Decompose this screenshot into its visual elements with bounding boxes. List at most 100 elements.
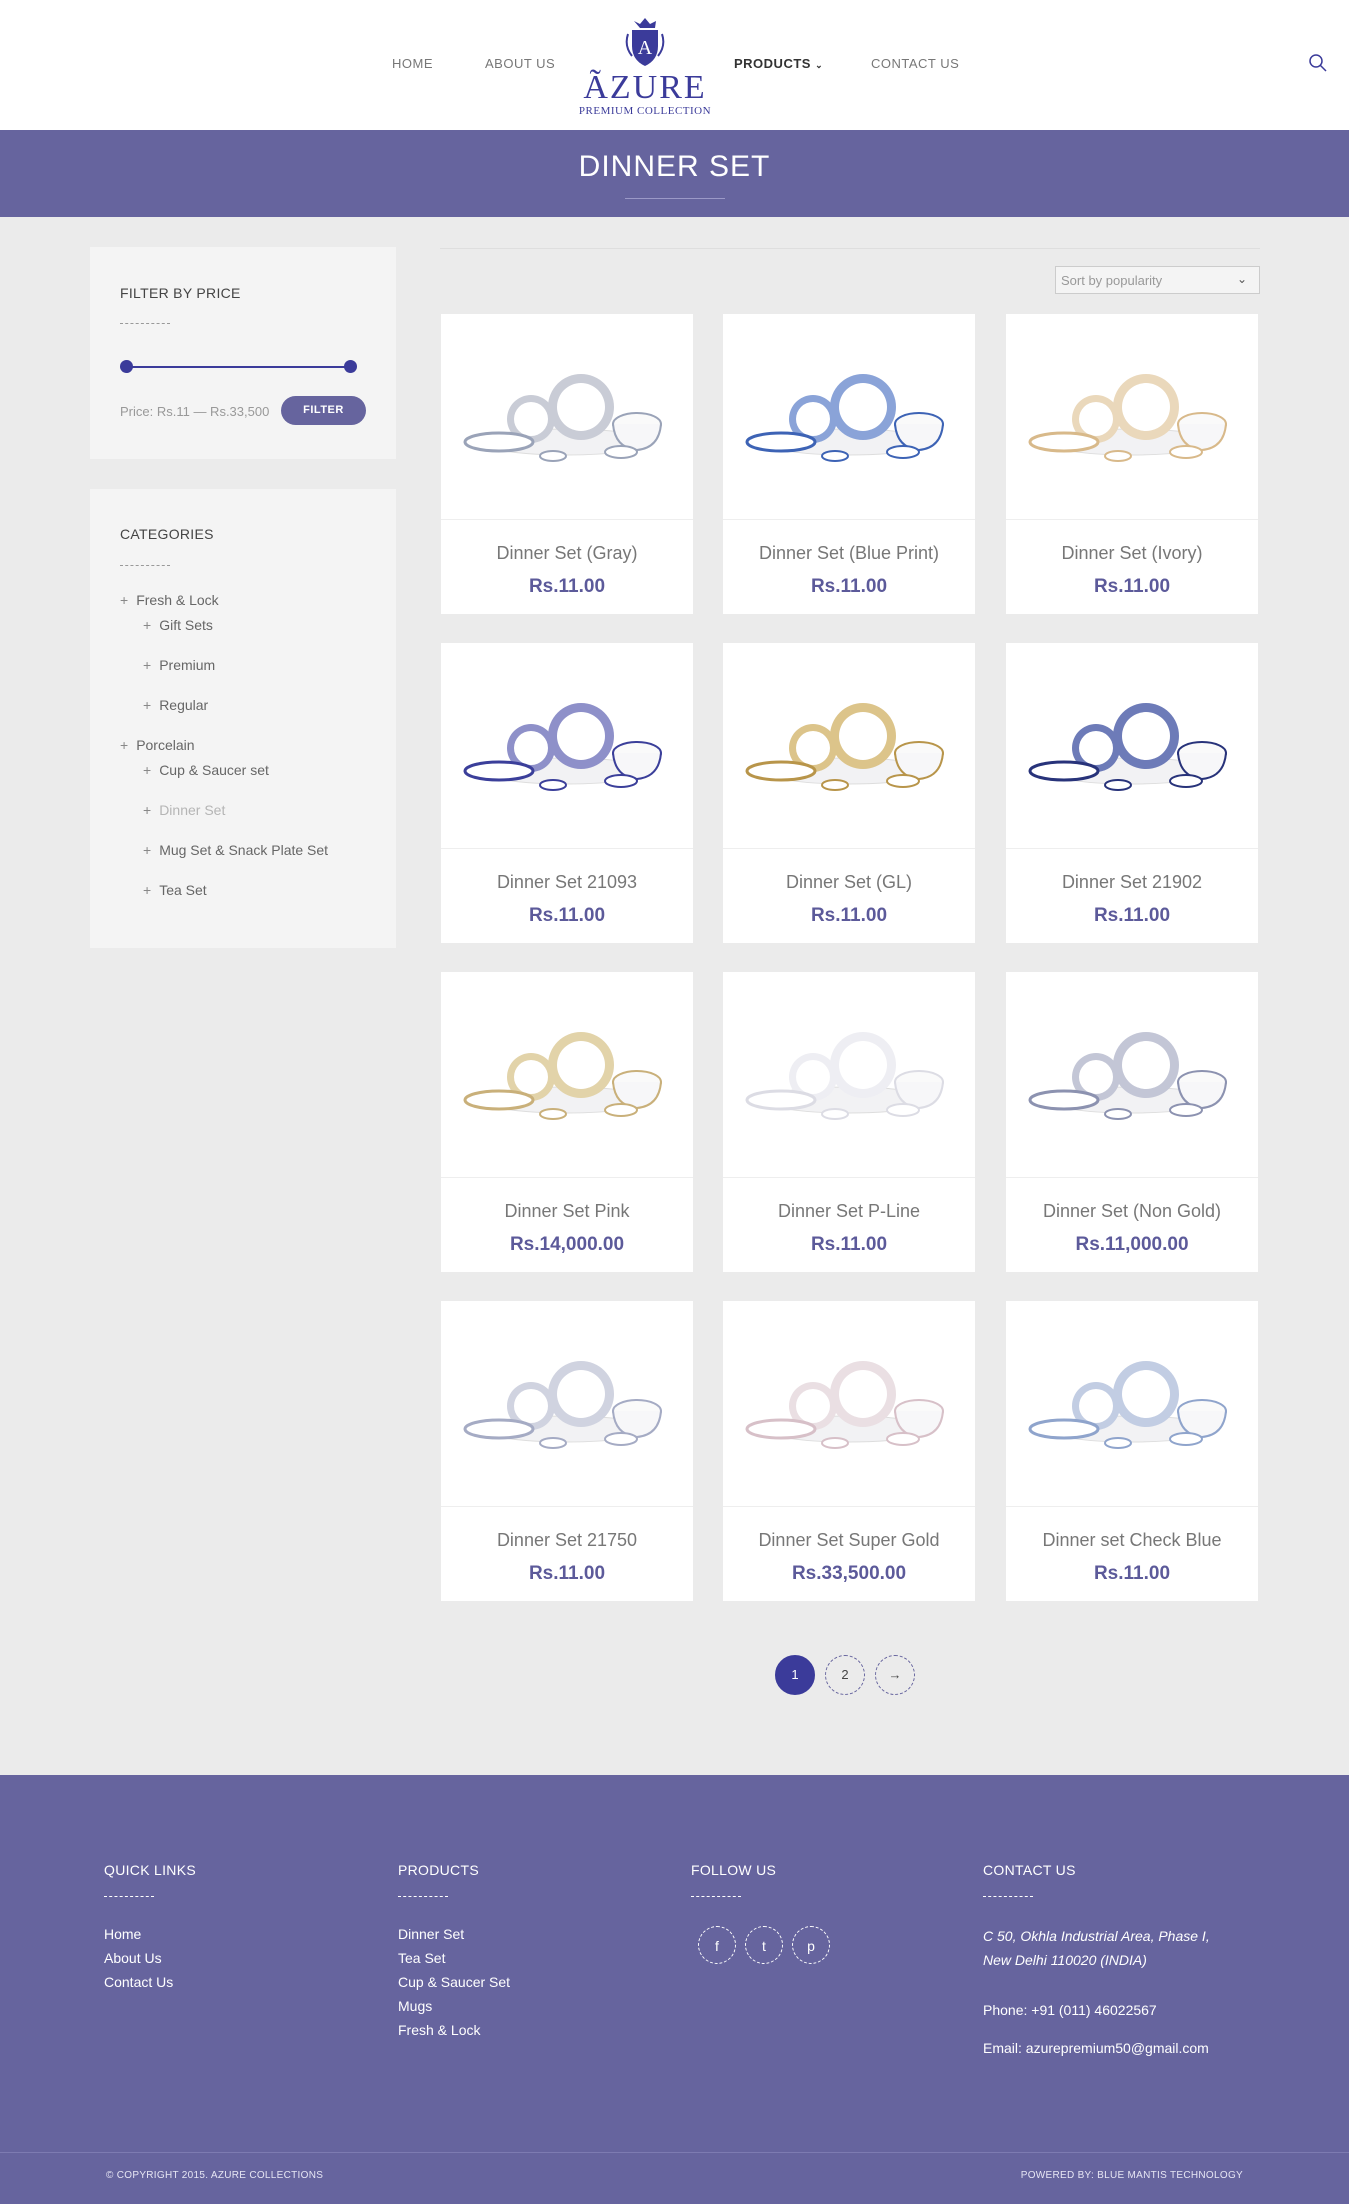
price-filter-title: FILTER BY PRICE: [120, 285, 241, 301]
product-image[interactable]: [723, 314, 975, 520]
footer-link-fresh-lock[interactable]: Fresh & Lock: [398, 2022, 480, 2038]
footer-divider: [398, 1896, 448, 1897]
category-tea-set[interactable]: + Tea Set: [143, 882, 207, 898]
page-1-button[interactable]: 1: [775, 1655, 815, 1695]
footer-quick-links-title: QUICK LINKS: [104, 1862, 196, 1878]
product-card[interactable]: Dinner Set (Gray) Rs.11.00: [441, 314, 693, 614]
product-name[interactable]: Dinner Set (Blue Print): [723, 543, 975, 564]
crest-icon: A: [625, 18, 665, 66]
product-name[interactable]: Dinner Set P-Line: [723, 1201, 975, 1222]
arrow-right-icon: →: [888, 1667, 902, 1682]
price-slider-min-handle[interactable]: [120, 360, 133, 373]
product-image[interactable]: [723, 972, 975, 1178]
chevron-down-icon: ⌄: [815, 60, 824, 70]
category-premium[interactable]: + Premium: [143, 657, 215, 673]
nav-contact-us[interactable]: CONTACT US: [871, 56, 959, 71]
product-card[interactable]: Dinner Set 21902 Rs.11.00: [1006, 643, 1258, 943]
footer-link-dinner-set[interactable]: Dinner Set: [398, 1926, 464, 1942]
footer-address-line1: C 50, Okhla Industrial Area, Phase I,: [983, 1928, 1210, 1944]
product-name[interactable]: Dinner Set (Non Gold): [1006, 1201, 1258, 1222]
footer-link-cup-saucer[interactable]: Cup & Saucer Set: [398, 1974, 510, 1990]
footer-link-mugs[interactable]: Mugs: [398, 1998, 432, 2014]
copyright-text: © COPYRIGHT 2015. AZURE COLLECTIONS: [106, 2170, 324, 2181]
product-card[interactable]: Dinner Set 21093 Rs.11.00: [441, 643, 693, 943]
category-label: Tea Set: [159, 882, 207, 898]
category-dinner-set[interactable]: + Dinner Set: [143, 802, 225, 818]
price-slider-track[interactable]: [125, 366, 351, 368]
footer-email[interactable]: Email: azurepremium50@gmail.com: [983, 2040, 1209, 2056]
category-label: Premium: [159, 657, 216, 673]
toolbar-divider: [440, 248, 1260, 249]
product-image[interactable]: [441, 1301, 693, 1507]
nav-home[interactable]: HOME: [392, 56, 433, 71]
page-title: DINNER SET: [578, 150, 771, 183]
site-header: HOME ABOUT US A ÃZURE PREMIUM COLLECTION…: [0, 0, 1349, 130]
category-mug-snack[interactable]: + Mug Set & Snack Plate Set: [143, 842, 328, 858]
product-price: Rs.11.00: [810, 905, 888, 926]
product-name[interactable]: Dinner Set (Ivory): [1006, 543, 1258, 564]
category-regular[interactable]: + Regular: [143, 697, 208, 713]
product-card[interactable]: Dinner Set (GL) Rs.11.00: [723, 643, 975, 943]
title-divider: [120, 323, 170, 324]
product-image[interactable]: [441, 643, 693, 849]
category-gift-sets[interactable]: + Gift Sets: [143, 617, 213, 633]
facebook-icon[interactable]: f: [698, 1926, 736, 1964]
product-name[interactable]: Dinner Set 21750: [441, 1530, 693, 1551]
pinterest-icon[interactable]: p: [792, 1926, 830, 1964]
footer-address-line2: New Delhi 110020 (INDIA): [983, 1952, 1147, 1968]
nav-products-label: PRODUCTS: [734, 56, 811, 71]
product-card[interactable]: Dinner Set (Blue Print) Rs.11.00: [723, 314, 975, 614]
title-underline: [624, 198, 725, 199]
product-name[interactable]: Dinner Set Super Gold: [723, 1530, 975, 1551]
product-card[interactable]: Dinner Set 21750 Rs.11.00: [441, 1301, 693, 1601]
category-fresh-lock[interactable]: + Fresh & Lock: [120, 592, 219, 608]
product-card[interactable]: Dinner Set Super Gold Rs.33,500.00: [723, 1301, 975, 1601]
product-card[interactable]: Dinner Set P-Line Rs.11.00: [723, 972, 975, 1272]
product-name[interactable]: Dinner Set Pink: [441, 1201, 693, 1222]
category-label: Cup & Saucer set: [159, 762, 269, 778]
product-card[interactable]: Dinner Set Pink Rs.14,000.00: [441, 972, 693, 1272]
product-card[interactable]: Dinner Set (Ivory) Rs.11.00: [1006, 314, 1258, 614]
nav-products[interactable]: PRODUCTS ⌄: [734, 56, 823, 71]
filter-button[interactable]: FILTER: [281, 396, 366, 425]
category-label: Porcelain: [136, 737, 195, 753]
product-image[interactable]: [441, 972, 693, 1178]
product-name[interactable]: Dinner Set (GL): [723, 872, 975, 893]
footer-link-contact-us[interactable]: Contact Us: [104, 1974, 173, 1990]
product-image[interactable]: [441, 314, 693, 520]
footer-products-title: PRODUCTS: [398, 1862, 479, 1878]
footer-link-about-us[interactable]: About Us: [104, 1950, 162, 1966]
footer-link-home[interactable]: Home: [104, 1926, 141, 1942]
product-image[interactable]: [1006, 1301, 1258, 1507]
product-name[interactable]: Dinner Set 21093: [441, 872, 693, 893]
footer-divider: [104, 1896, 154, 1897]
next-page-button[interactable]: →: [875, 1655, 915, 1695]
price-slider-max-handle[interactable]: [344, 360, 357, 373]
product-image[interactable]: [723, 1301, 975, 1507]
category-porcelain[interactable]: + Porcelain: [120, 737, 195, 753]
powered-by-text: POWERED BY: BLUE MANTIS TECHNOLOGY: [1020, 2170, 1243, 2181]
product-image[interactable]: [1006, 972, 1258, 1178]
product-price: Rs.11.00: [1093, 905, 1171, 926]
footer-divider: [983, 1896, 1033, 1897]
twitter-icon[interactable]: t: [745, 1926, 783, 1964]
category-label: Regular: [159, 697, 209, 713]
product-name[interactable]: Dinner Set 21902: [1006, 872, 1258, 893]
sort-select[interactable]: Sort by popularity ⌄: [1055, 266, 1260, 294]
product-card[interactable]: Dinner set Check Blue Rs.11.00: [1006, 1301, 1258, 1601]
logo-tagline: PREMIUM COLLECTION: [578, 105, 712, 117]
site-logo[interactable]: A ÃZURE PREMIUM COLLECTION: [570, 16, 720, 120]
product-name[interactable]: Dinner Set (Gray): [441, 543, 693, 564]
product-price: Rs.11.00: [528, 905, 606, 926]
search-icon[interactable]: [1307, 52, 1329, 74]
product-name[interactable]: Dinner set Check Blue: [1006, 1530, 1258, 1551]
page-2-button[interactable]: 2: [825, 1655, 865, 1695]
product-card[interactable]: Dinner Set (Non Gold) Rs.11,000.00: [1006, 972, 1258, 1272]
product-image[interactable]: [723, 643, 975, 849]
product-price: Rs.11.00: [810, 576, 888, 597]
product-image[interactable]: [1006, 643, 1258, 849]
product-image[interactable]: [1006, 314, 1258, 520]
footer-link-tea-set[interactable]: Tea Set: [398, 1950, 445, 1966]
nav-about-us[interactable]: ABOUT US: [485, 56, 555, 71]
category-cup-saucer[interactable]: + Cup & Saucer set: [143, 762, 269, 778]
